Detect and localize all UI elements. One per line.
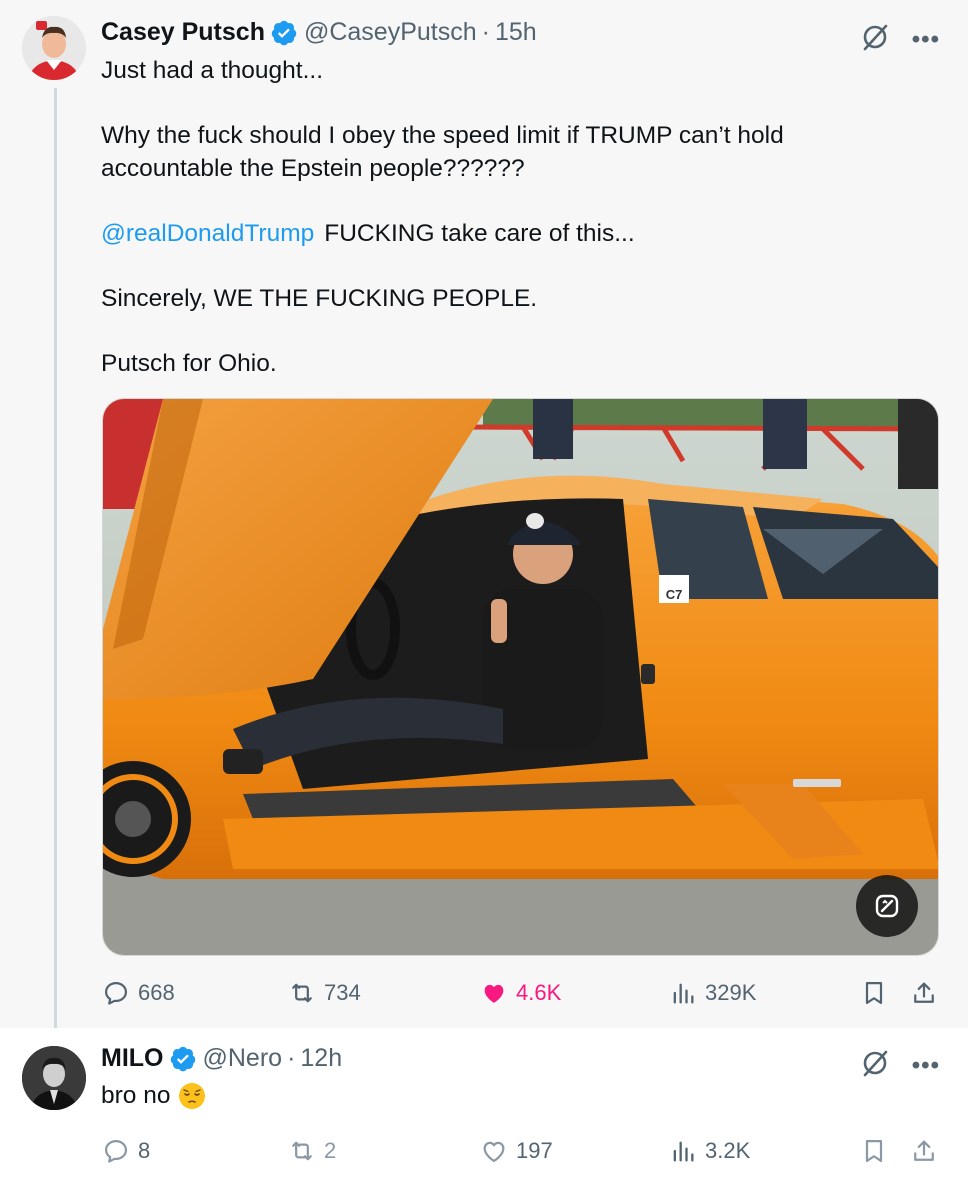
tweet-timestamp[interactable]: 15h xyxy=(495,18,537,47)
verified-badge-icon[interactable] xyxy=(270,19,298,47)
repost-button[interactable]: 2 xyxy=(288,1137,336,1165)
share-button[interactable] xyxy=(910,979,938,1007)
repost-button[interactable]: 734 xyxy=(288,979,361,1007)
tweet-text-line: Just had a thought... xyxy=(101,57,324,84)
thread-connector-line xyxy=(54,88,57,1038)
reply-icon xyxy=(104,981,128,1005)
tweet-text: bro no xyxy=(101,1082,206,1110)
reply-text-content: bro no xyxy=(101,1082,171,1109)
tweet-media-image[interactable]: C7 xyxy=(102,398,939,956)
header-separator: · xyxy=(287,1044,296,1072)
views-button[interactable]: 329K xyxy=(669,979,756,1007)
edit-image-icon xyxy=(875,894,899,918)
like-icon xyxy=(484,984,504,1003)
tweet-text: Just had a thought... Why the fuck shoul… xyxy=(101,55,931,380)
edit-image-button[interactable] xyxy=(856,875,918,937)
tweet-header: MILO @Nero · 12h xyxy=(101,1044,342,1073)
share-button[interactable] xyxy=(910,1137,938,1165)
repost-icon xyxy=(292,1141,312,1161)
author-name[interactable]: Casey Putsch xyxy=(101,18,265,47)
grok-icon[interactable] xyxy=(860,22,890,57)
tweet-text-line: Putsch for Ohio. xyxy=(101,349,277,377)
tweet-text-line: Why the fuck should I obey the speed lim… xyxy=(101,122,784,182)
tweet-actions: 668 734 4.6K 329K xyxy=(102,973,942,1013)
share-icon xyxy=(914,982,934,1003)
bookmark-button[interactable] xyxy=(860,1137,888,1165)
views-count: 3.2K xyxy=(705,1138,751,1163)
author-handle[interactable]: @CaseyPutsch xyxy=(304,18,477,47)
bookmark-button[interactable] xyxy=(860,979,888,1007)
like-count: 4.6K xyxy=(516,980,562,1005)
tweet-actions: 8 2 197 3.2K xyxy=(102,1131,942,1171)
reply-button[interactable]: 8 xyxy=(102,1137,150,1165)
car-sticker-text: C7 xyxy=(666,587,683,602)
like-icon xyxy=(483,1141,505,1163)
tweet-text-segment: FUCKING take care of this... xyxy=(324,219,635,247)
like-count: 197 xyxy=(516,1138,553,1163)
pensive-face-emoji-icon xyxy=(179,1083,206,1109)
more-icon[interactable]: ••• xyxy=(912,27,940,52)
tweet-timestamp[interactable]: 12h xyxy=(300,1044,342,1073)
tweet-text-line: Sincerely, WE THE FUCKING PEOPLE. xyxy=(101,284,538,312)
views-count: 329K xyxy=(705,980,757,1005)
like-button[interactable]: 197 xyxy=(480,1137,553,1165)
avatar[interactable] xyxy=(22,1046,86,1110)
reply-button[interactable]: 668 xyxy=(102,979,175,1007)
avatar[interactable] xyxy=(22,16,86,80)
verified-badge-icon[interactable] xyxy=(169,1045,197,1073)
repost-count: 2 xyxy=(324,1138,337,1163)
header-separator: · xyxy=(481,18,490,46)
author-name[interactable]: MILO xyxy=(101,1044,164,1073)
more-icon[interactable]: ••• xyxy=(912,1053,940,1078)
repost-count: 734 xyxy=(324,980,361,1005)
author-handle[interactable]: @Nero xyxy=(203,1044,283,1073)
views-button[interactable]: 3.2K xyxy=(669,1137,750,1165)
tweet-text-line: @realDonaldTrump FUCKING take care of thi… xyxy=(101,218,931,251)
mention-link[interactable]: @realDonaldTrump xyxy=(101,220,314,247)
tweet-top-actions: ••• xyxy=(860,1048,940,1083)
bookmark-icon xyxy=(865,1139,883,1163)
reply-count: 668 xyxy=(138,980,175,1005)
reply-icon xyxy=(104,1139,128,1163)
views-icon xyxy=(673,1141,694,1162)
reply-count: 8 xyxy=(138,1138,151,1163)
share-icon xyxy=(914,1140,934,1161)
repost-icon xyxy=(292,983,312,1003)
bookmark-icon xyxy=(865,981,883,1005)
tweet-header: Casey Putsch @CaseyPutsch · 15h xyxy=(101,18,537,47)
views-icon xyxy=(673,983,694,1004)
like-button[interactable]: 4.6K xyxy=(480,979,561,1007)
tweet-top-actions: ••• xyxy=(860,22,940,57)
grok-icon[interactable] xyxy=(860,1048,890,1083)
